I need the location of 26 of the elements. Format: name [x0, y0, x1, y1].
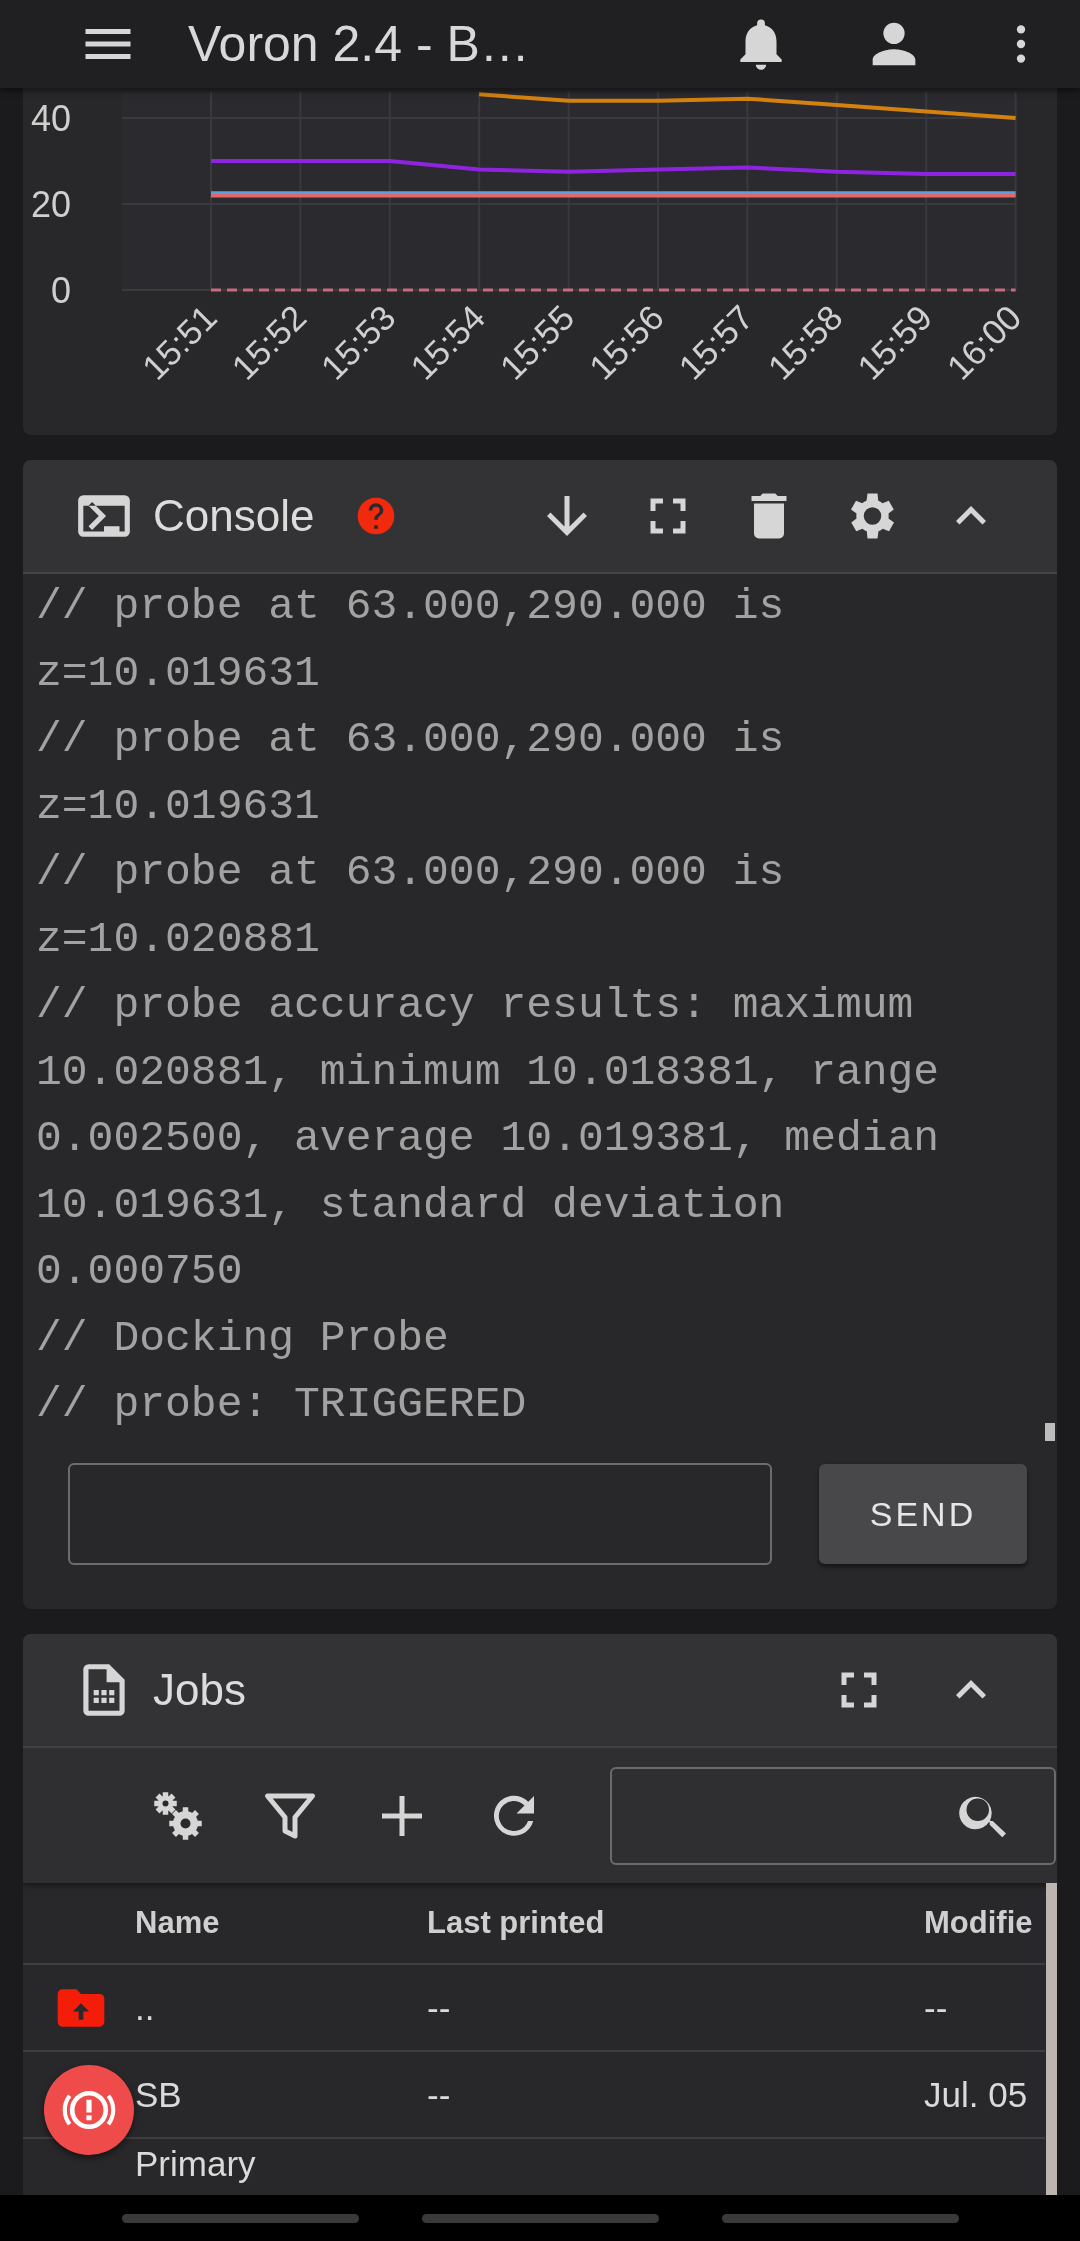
console-line: 0.000750: [36, 1246, 243, 1298]
console-line: 10.020881, minimum 10.018381, range: [36, 1046, 940, 1099]
console-line: // Docking Probe: [36, 1312, 449, 1365]
console-line: z=10.020881: [36, 913, 320, 966]
console-line: // probe accuracy results: maximum: [36, 980, 914, 1032]
console-line: // probe at 63.000,290.000 is: [36, 714, 785, 766]
card-title: Console: [153, 491, 315, 541]
table-cell-text: --: [924, 1987, 949, 2028]
card-title: Jobs: [153, 1665, 246, 1715]
console-line: z=10.019631: [36, 780, 320, 833]
console-line: // probe at 63.000,290.000 is: [36, 847, 785, 899]
table-cell-text: SB: [135, 2074, 183, 2115]
table-cell-text: Primary: [135, 2143, 257, 2185]
axis-tick-label: 20: [30, 184, 71, 225]
axis-tick-label: 40: [30, 98, 71, 139]
table-cell-text: ..: [135, 1987, 156, 2028]
window-title: Voron 2.4 - B…: [188, 15, 531, 73]
console-line: // probe at 63.000,290.000 is: [36, 581, 785, 633]
axis-tick-label: 0: [50, 270, 71, 311]
table-cell-text: --: [427, 1987, 452, 2028]
table-cell-text: --: [427, 2074, 452, 2115]
console-line: z=10.019631: [36, 647, 320, 700]
console-line: 0.002500, average 10.019381, median: [36, 1113, 940, 1165]
table-cell-text: Jul. 05: [924, 2074, 1029, 2115]
console-line: 10.019631, standard deviation: [36, 1179, 785, 1232]
console-line: // probe: TRIGGERED: [36, 1379, 527, 1431]
